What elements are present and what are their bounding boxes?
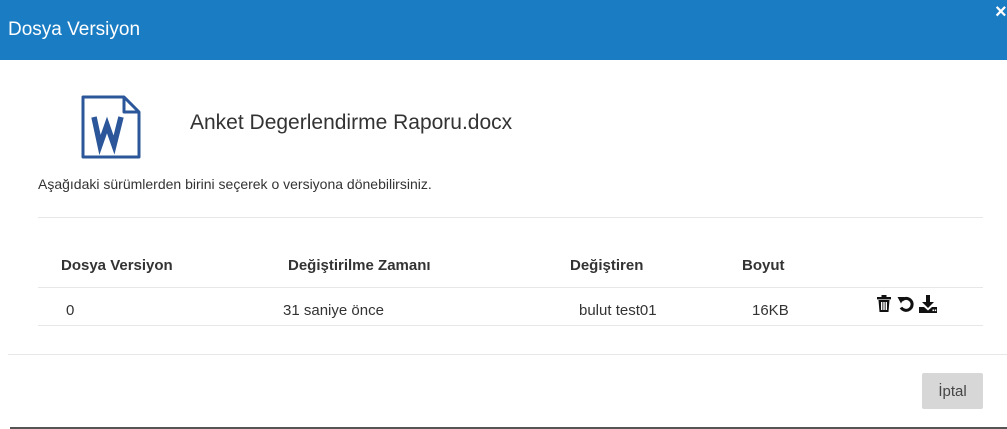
dialog-title: Dosya Versiyon bbox=[8, 19, 141, 40]
dialog-header: Dosya Versiyon × bbox=[0, 0, 1007, 60]
cell-size: 16KB bbox=[752, 302, 789, 319]
instruction-text: Aşağıdaki sürümlerden birini seçerek o v… bbox=[38, 176, 432, 192]
cell-version: 0 bbox=[66, 302, 75, 319]
table-row-divider bbox=[38, 325, 983, 326]
restore-icon[interactable] bbox=[896, 294, 916, 314]
section-divider bbox=[38, 217, 983, 218]
column-header-version: Dosya Versiyon bbox=[61, 257, 173, 274]
cell-modified-time: 31 saniye önce bbox=[283, 302, 384, 319]
row-actions bbox=[874, 294, 938, 316]
cell-changed-by: bulut test01 bbox=[579, 302, 657, 319]
table-header-divider bbox=[38, 287, 983, 288]
footer-divider bbox=[8, 354, 1007, 355]
column-header-changed-by: Değiştiren bbox=[570, 257, 644, 274]
cancel-button[interactable]: İptal bbox=[922, 373, 983, 409]
download-icon[interactable] bbox=[918, 294, 938, 314]
close-icon[interactable]: × bbox=[995, 2, 1007, 22]
file-name: Anket Degerlendirme Raporu.docx bbox=[190, 111, 513, 134]
trash-icon[interactable] bbox=[874, 294, 894, 314]
column-header-modified-time: Değiştirilme Zamanı bbox=[288, 257, 431, 274]
column-header-size: Boyut bbox=[742, 257, 785, 274]
word-file-icon bbox=[81, 95, 141, 159]
